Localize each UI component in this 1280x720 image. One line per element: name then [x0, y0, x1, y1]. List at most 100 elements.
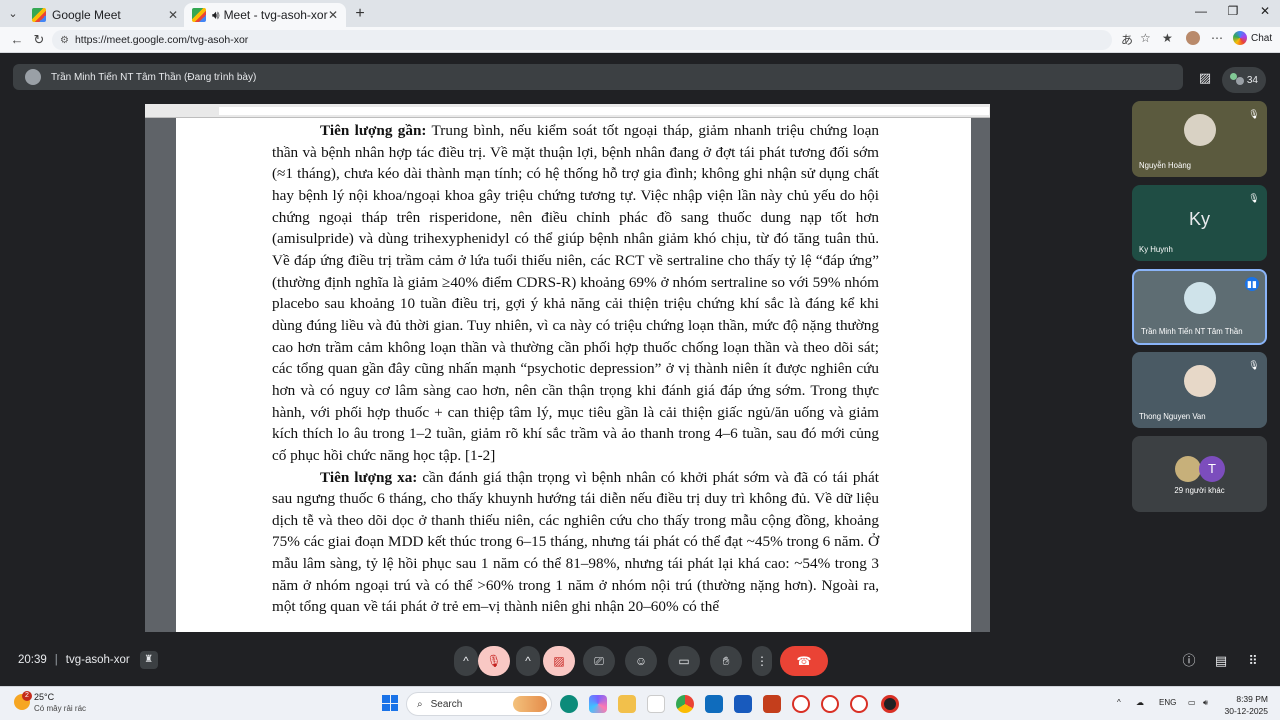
- avatar-initials: Ky: [1188, 209, 1210, 229]
- new-tab-icon[interactable]: +: [350, 4, 370, 24]
- tab-google-meet[interactable]: Google Meet ✕: [24, 3, 186, 27]
- presenter-avatar: [25, 69, 41, 85]
- meeting-time: 20:39: [18, 654, 47, 666]
- tab-title: Google Meet: [52, 8, 121, 22]
- browser-tab-strip: ⌄ Google Meet ✕ 🔊︎ Meet - tvg-asoh-xor ✕…: [0, 0, 1280, 27]
- participant-name: Trần Minh Tiến NT Tâm Thần: [1141, 327, 1243, 336]
- translate-icon[interactable]: あ: [1121, 31, 1133, 48]
- presenter-label: Trần Minh Tiến NT Tâm Thần (Đang trình b…: [51, 71, 257, 83]
- paragraph-heading: Tiên lượng xa:: [320, 468, 418, 486]
- camera-off-button[interactable]: ▨: [543, 646, 575, 676]
- document-page: Tiên lượng gần: Trung bình, nếu kiểm soá…: [176, 118, 971, 632]
- speaker-icon[interactable]: 🔊︎: [212, 8, 220, 23]
- meet-favicon-icon: [32, 8, 46, 22]
- network-icon[interactable]: ▭: [1188, 698, 1196, 707]
- gemini-icon: [1233, 31, 1247, 45]
- meeting-info: 20:39 | tvg-asoh-xor ♜: [18, 651, 158, 669]
- file-explorer-icon[interactable]: [618, 695, 636, 713]
- menu-icon[interactable]: ⋯: [1211, 31, 1223, 45]
- app-icon[interactable]: [821, 695, 839, 713]
- present-screen-button[interactable]: ⎚: [583, 646, 615, 676]
- reload-icon[interactable]: ↻: [30, 31, 48, 49]
- close-icon[interactable]: ✕: [328, 8, 338, 22]
- window-close-icon[interactable]: ✕: [1250, 4, 1280, 18]
- word-icon[interactable]: [734, 695, 752, 713]
- presenter-banner: Trần Minh Tiến NT Tâm Thần (Đang trình b…: [13, 64, 1183, 90]
- address-bar[interactable]: ⚙ https://meet.google.com/tvg-asoh-xor: [52, 30, 1112, 50]
- participant-count: 34: [1246, 74, 1258, 86]
- powerpoint-icon[interactable]: [763, 695, 781, 713]
- avatar: [1175, 456, 1201, 482]
- chat-button[interactable]: Chat: [1233, 31, 1272, 45]
- edge-icon[interactable]: [560, 695, 578, 713]
- tab-search-icon[interactable]: ⌄: [4, 5, 22, 23]
- search-highlight-icon: [513, 696, 547, 712]
- weather-widget[interactable]: 2 25°C Có mây rải rác: [12, 691, 86, 714]
- avatar: T: [1199, 456, 1225, 482]
- minimize-icon[interactable]: —: [1186, 4, 1216, 18]
- taskbar-search[interactable]: ⌕ Search: [406, 692, 552, 716]
- people-icon: [1230, 73, 1244, 87]
- volume-icon[interactable]: 🔊︎: [1203, 698, 1208, 708]
- audio-options-chevron-icon[interactable]: ^: [454, 646, 478, 676]
- browser-toolbar: ← ↻ ⚙ https://meet.google.com/tvg-asoh-x…: [0, 27, 1280, 53]
- notification-badge: 2: [22, 691, 32, 701]
- camera-off-icon[interactable]: ▨: [1194, 70, 1216, 92]
- participant-name: Ky Huynh: [1139, 245, 1173, 254]
- meeting-details-icon[interactable]: ⓘ: [1179, 651, 1199, 671]
- participant-tile[interactable]: 🎙︎ Thong Nguyen Van: [1132, 352, 1267, 428]
- paragraph-far-prognosis: Tiên lượng xa: cần đánh giá thận trọng v…: [272, 467, 879, 619]
- bookmark-star-icon[interactable]: ☆: [1140, 31, 1151, 45]
- outlook-icon[interactable]: [705, 695, 723, 713]
- site-info-icon[interactable]: ⚙: [60, 35, 69, 46]
- start-button[interactable]: [382, 695, 398, 711]
- clock-time: 8:39 PM: [1236, 694, 1268, 704]
- paragraph-near-prognosis: Tiên lượng gần: Trung bình, nếu kiểm soá…: [272, 120, 879, 467]
- people-button[interactable]: 34: [1222, 67, 1266, 93]
- participant-name: Nguyễn Hoàng: [1139, 161, 1192, 170]
- raise-hand-button[interactable]: ✋︎: [710, 646, 742, 676]
- document-ruler: [145, 104, 990, 118]
- search-icon: ⌕: [417, 698, 423, 710]
- more-options-icon[interactable]: ⋮: [752, 646, 772, 676]
- participant-tile[interactable]: 🎙︎ Nguyễn Hoàng: [1132, 101, 1267, 177]
- maximize-icon[interactable]: ❐: [1218, 4, 1248, 18]
- onedrive-icon[interactable]: ☁: [1136, 698, 1144, 707]
- copilot-icon[interactable]: [589, 695, 607, 713]
- microphone-off-button[interactable]: 🎙︎: [478, 646, 510, 676]
- profile-avatar[interactable]: [1186, 31, 1200, 45]
- record-icon[interactable]: [881, 695, 899, 713]
- activities-icon[interactable]: ⠿: [1243, 651, 1263, 671]
- back-icon[interactable]: ←: [8, 31, 26, 49]
- tray-overflow-icon[interactable]: ^: [1117, 698, 1121, 707]
- participant-tile[interactable]: Ky 🎙︎ Ky Huynh: [1132, 185, 1267, 261]
- mic-off-icon: 🎙︎: [1248, 109, 1260, 119]
- clock-date: 30-12-2025: [1224, 706, 1268, 716]
- meet-stage: Trần Minh Tiến NT Tâm Thần (Đang trình b…: [0, 54, 1280, 686]
- mic-off-icon: 🎙︎: [1248, 360, 1260, 370]
- app-icon[interactable]: [850, 695, 868, 713]
- clock[interactable]: 8:39 PM 30-12-2025: [1222, 693, 1268, 717]
- tab-meet-call[interactable]: 🔊︎ Meet - tvg-asoh-xor ✕: [184, 3, 346, 27]
- language-indicator[interactable]: ENG: [1159, 698, 1176, 707]
- reactions-button[interactable]: ☺: [625, 646, 657, 676]
- paragraph-heading: Tiên lượng gần:: [320, 122, 427, 139]
- leave-call-button[interactable]: ☎: [780, 646, 828, 676]
- taskbar: 2 25°C Có mây rải rác ⌕ Search ^ ☁ ENG ▭…: [0, 686, 1280, 720]
- extensions-icon[interactable]: ★: [1162, 31, 1173, 45]
- chat-icon[interactable]: ▤: [1211, 651, 1231, 671]
- close-icon[interactable]: ✕: [168, 8, 178, 22]
- tab-title: Meet - tvg-asoh-xor: [223, 8, 328, 22]
- meeting-code: tvg-asoh-xor: [65, 654, 130, 666]
- other-participants-tile[interactable]: T 29 người khác: [1132, 436, 1267, 512]
- app-icon[interactable]: [792, 695, 810, 713]
- participant-tile-active[interactable]: ▮▮ Trần Minh Tiến NT Tâm Thần: [1132, 269, 1267, 345]
- video-options-chevron-icon[interactable]: ^: [516, 646, 540, 676]
- chrome-icon[interactable]: [676, 695, 694, 713]
- url-text: https://meet.google.com/tvg-asoh-xor: [74, 34, 249, 46]
- chat-label: Chat: [1251, 32, 1273, 44]
- store-icon[interactable]: [647, 695, 665, 713]
- host-controls-icon[interactable]: ♜: [139, 651, 158, 669]
- avatar: [1183, 113, 1216, 146]
- captions-button[interactable]: ▭: [668, 646, 700, 676]
